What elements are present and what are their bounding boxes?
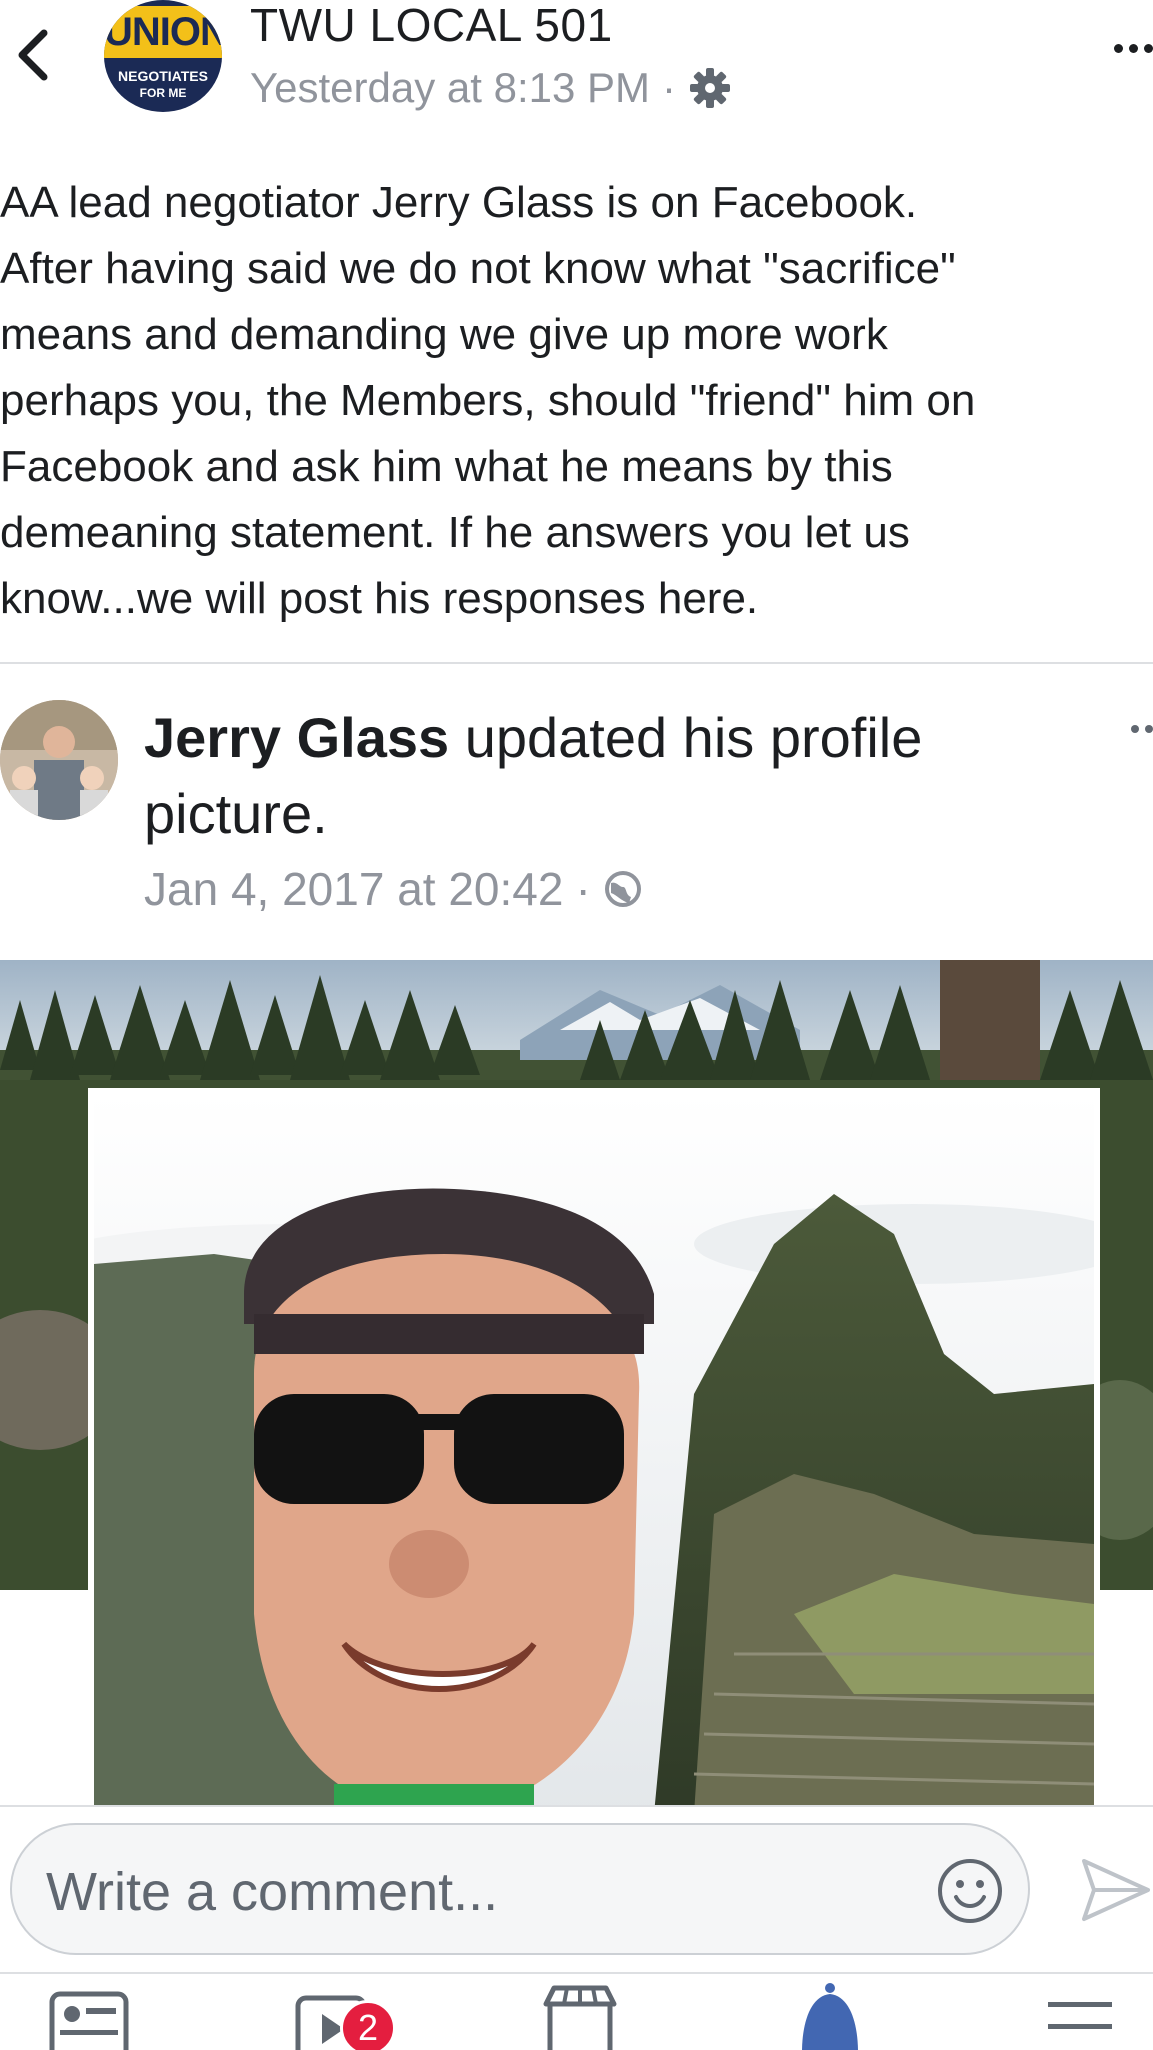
comment-placeholder: Write a comment... <box>46 1862 499 1922</box>
notifications-icon <box>802 1983 858 2050</box>
logo-text-mid: NEGOTIATES <box>118 68 208 84</box>
marketplace-icon <box>543 1985 617 2050</box>
gear-icon <box>690 68 731 108</box>
shared-action-line2: picture. <box>144 782 328 845</box>
post-text: AA lead negotiator Jerry Glass is on Fac… <box>0 178 976 623</box>
shared-post-options-button[interactable] <box>1131 725 1153 733</box>
nav-news-feed[interactable] <box>30 1974 150 2050</box>
dot-icon <box>1144 43 1153 53</box>
logo-text-bottom: FOR ME <box>139 86 187 100</box>
watch-badge: 2 <box>340 2000 396 2050</box>
send-icon[interactable] <box>1080 1855 1152 1925</box>
news-feed-icon <box>49 1991 129 2050</box>
shared-author-name[interactable]: Jerry Glass <box>144 706 449 769</box>
nav-menu[interactable] <box>1020 1974 1140 2050</box>
shared-author-avatar[interactable] <box>0 700 118 820</box>
dot-icon <box>1114 43 1123 53</box>
nav-marketplace[interactable] <box>520 1974 640 2050</box>
shared-post-title: Jerry Glass updated his profile picture. <box>144 700 1044 852</box>
meta-separator: · <box>662 64 677 111</box>
back-button[interactable] <box>8 20 56 90</box>
dot-icon <box>1131 725 1139 733</box>
profile-photo-image <box>94 1094 1094 1808</box>
logo-text-top: UNION <box>104 6 222 58</box>
dot-icon <box>1129 43 1138 53</box>
dot-icon <box>1145 725 1153 733</box>
menu-icon <box>1048 2002 1112 2029</box>
shared-post-timestamp[interactable]: Jan 4, 2017 at 20:42 <box>144 862 563 916</box>
page-avatar[interactable]: UNION NEGOTIATES FOR ME <box>104 0 222 112</box>
comment-bar: Write a comment... <box>0 1805 1153 1975</box>
avatar-photo <box>0 700 118 820</box>
post-screen: UNION NEGOTIATES FOR ME TWU LOCAL 501 Ye… <box>0 0 1153 2050</box>
nav-notifications[interactable] <box>770 1974 890 2050</box>
chevron-left-icon <box>18 29 48 81</box>
post-meta: Yesterday at 8:13 PM · <box>250 64 732 112</box>
shared-post-meta: Jan 4, 2017 at 20:42 · <box>144 862 643 916</box>
page-name[interactable]: TWU LOCAL 501 <box>250 0 613 50</box>
globe-icon <box>604 871 641 907</box>
shared-action-line1: updated his profile <box>449 706 923 769</box>
profile-picture <box>94 1094 1094 1808</box>
meta-separator: · <box>575 863 591 915</box>
divider <box>0 662 1153 664</box>
comment-input[interactable]: Write a comment... <box>10 1823 1030 1955</box>
post-timestamp[interactable]: Yesterday at 8:13 PM <box>250 64 650 112</box>
profile-picture-frame[interactable] <box>88 1088 1100 1808</box>
post-options-button[interactable] <box>1093 28 1153 68</box>
bottom-nav <box>0 1972 1153 2050</box>
smiley-icon[interactable] <box>936 1857 1004 1925</box>
